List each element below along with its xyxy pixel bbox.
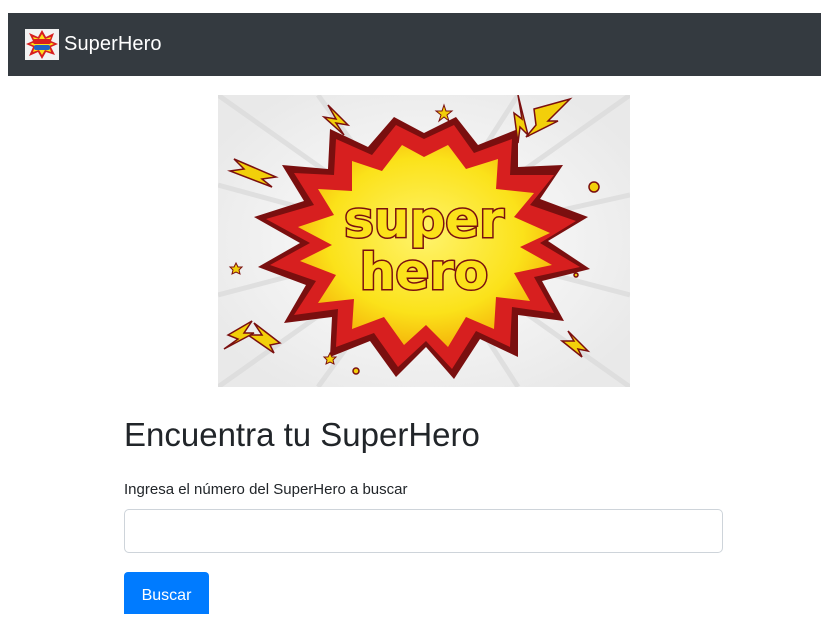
banner-text-hero: hero xyxy=(360,243,489,301)
search-button[interactable]: Buscar xyxy=(124,572,209,614)
brand-name: SuperHero xyxy=(64,33,162,55)
page-title: Encuentra tu SuperHero xyxy=(124,416,480,453)
banner-text-super: super xyxy=(344,191,504,249)
hero-number-label: Ingresa el número del SuperHero a buscar xyxy=(124,481,408,498)
superhero-logo-icon xyxy=(25,29,59,60)
superhero-banner-image: super hero xyxy=(218,95,630,387)
navbar-brand[interactable]: SuperHero xyxy=(25,29,162,60)
hero-number-input[interactable] xyxy=(124,509,723,553)
navbar: SuperHero xyxy=(8,13,821,76)
